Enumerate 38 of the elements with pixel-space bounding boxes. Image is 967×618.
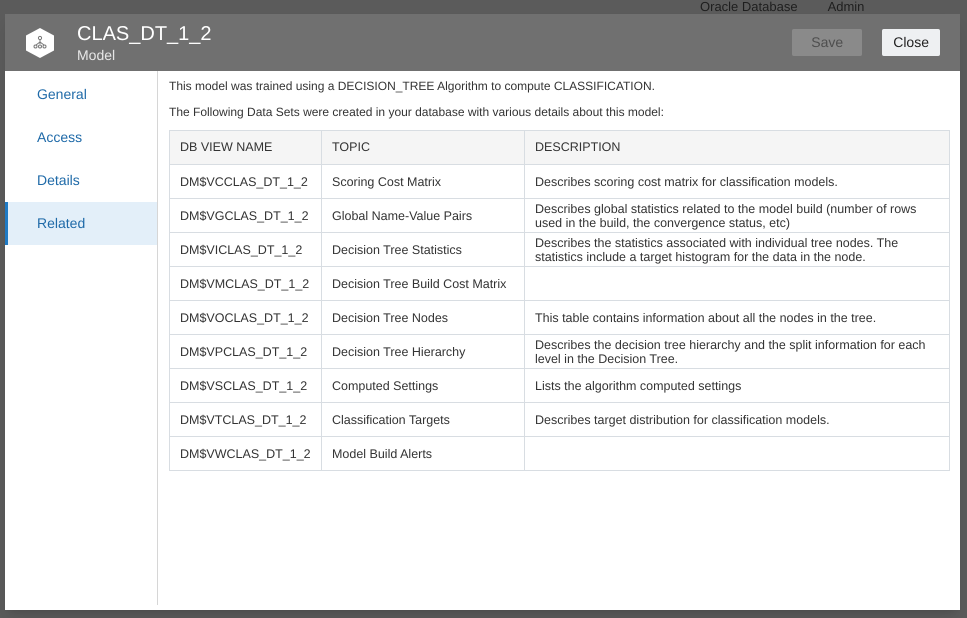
model-icon xyxy=(25,26,55,58)
table-cell: Describes scoring cost matrix for classification models. xyxy=(535,174,838,188)
table-cell: Describes the statistics associated with individual tree nodes. The statistics include a target histogram for the data in the node. xyxy=(535,236,898,264)
sidebar-item[interactable]: Access xyxy=(5,116,157,159)
sidebar-item[interactable]: Related xyxy=(5,202,157,245)
table-cell: Global Name-Value Pairs xyxy=(332,208,472,222)
table-cell: DM$VSCLAS_DT_1_2 xyxy=(180,378,308,392)
table-cell: Describes target distribution for classification models. xyxy=(535,412,830,426)
table-cell: Decision Tree Statistics xyxy=(332,242,462,256)
close-button[interactable]: Close xyxy=(882,29,940,56)
dialog-subtitle: Model xyxy=(77,46,116,64)
sidebar-item[interactable]: General xyxy=(5,73,157,116)
table-cell: Decision Tree Nodes xyxy=(332,310,448,324)
column-header: TOPIC xyxy=(322,130,524,164)
column-header: DESCRIPTION xyxy=(524,130,950,164)
table-cell: DM$VPCLAS_DT_1_2 xyxy=(180,344,308,358)
table-cell: Describes global statistics related to the model build (number of rows used in the build, the convergence status, etc) xyxy=(535,202,916,230)
table-cell: DM$VOCLAS_DT_1_2 xyxy=(180,310,309,324)
column-header: DB VIEW NAME xyxy=(170,130,322,164)
table-cell: Model Build Alerts xyxy=(332,446,432,460)
table-cell: DM$VTCLAS_DT_1_2 xyxy=(180,412,306,426)
table-cell: DM$VWCLAS_DT_1_2 xyxy=(180,446,311,460)
table-cell: DM$VGCLAS_DT_1_2 xyxy=(180,208,309,222)
table-cell: Computed Settings xyxy=(332,378,438,392)
sidebar-item[interactable]: Details xyxy=(5,159,157,202)
table-cell: DM$VICLAS_DT_1_2 xyxy=(180,242,302,256)
table-cell: DM$VMCLAS_DT_1_2 xyxy=(180,276,310,290)
table-cell: Scoring Cost Matrix xyxy=(332,174,442,188)
table-cell: This table contains information about all the nodes in the tree. xyxy=(535,310,876,324)
table-cell: Decision Tree Hierarchy xyxy=(332,344,466,358)
intro-text: The Following Data Sets were created in your database with various details about this model: xyxy=(169,104,665,120)
dialog-title: CLAS_DT_1_2 xyxy=(77,22,212,46)
table-cell: Classification Targets xyxy=(332,412,450,426)
table-cell: Decision Tree Build Cost Matrix xyxy=(332,276,506,290)
table-cell: Lists the algorithm computed settings xyxy=(535,378,742,392)
intro-text: This model was trained using a DECISION_TREE Algorithm to compute CLASSIFICATION. xyxy=(169,78,656,94)
table-cell: DM$VCCLAS_DT_1_2 xyxy=(180,174,308,188)
table-cell: Describes the decision tree hierarchy and the split information for each level in the Decision Tree. xyxy=(535,338,926,366)
